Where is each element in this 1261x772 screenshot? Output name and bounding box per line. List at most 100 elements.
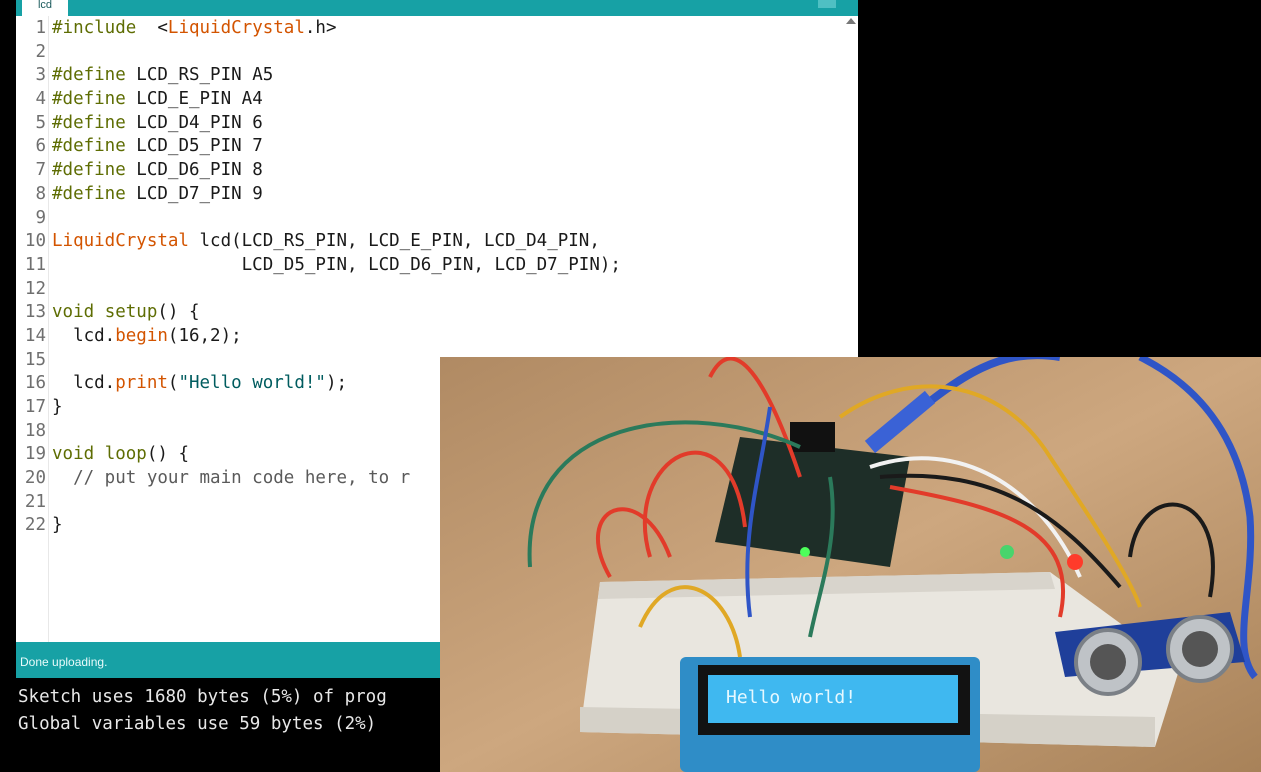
code-token: .h> [304,18,337,38]
code-text: #define LCD_D5_PIN 7 [52,135,263,159]
code-line[interactable]: 8 #define LCD_D7_PIN 9 [16,183,858,207]
code-token: () { [146,444,190,465]
scroll-up-arrow-icon[interactable] [846,18,856,24]
tab-bar: lcd [16,0,858,16]
code-text: } [52,514,63,538]
code-token: LCD_D7_PIN 9 [125,183,263,204]
code-token: lcd(LCD_RS_PIN, LCD_E_PIN, LCD_D4_PIN, [188,231,600,252]
code-token: #define [52,65,126,86]
code-token: void [52,444,95,465]
code-token: void [52,302,95,323]
line-number: 20 [24,468,46,489]
code-token: () { [157,302,200,323]
code-line[interactable]: 14 lcd.begin(16,2); [16,325,858,349]
line-number: 19 [24,444,46,465]
code-token: #define [52,112,126,133]
code-line[interactable]: 5 #define LCD_D4_PIN 6 [16,112,858,136]
code-token: LCD_D6_PIN 8 [125,160,263,181]
code-token: "Hello world!" [178,373,326,394]
code-text: #define LCD_E_PIN A4 [52,88,263,112]
code-text: LiquidCrystal lcd(LCD_RS_PIN, LCD_E_PIN,… [52,230,600,254]
code-token: lcd. [52,373,116,394]
code-text: #define LCD_D7_PIN 9 [52,183,263,207]
lcd-display-text: Hello world! [726,687,856,708]
code-token: ( [167,373,179,394]
line-number: 9 [35,207,46,228]
code-token: LCD_RS_PIN A5 [125,65,274,86]
code-line[interactable]: 12 [16,278,858,302]
code-text: void setup() { [52,301,200,325]
code-token: < [136,18,168,38]
code-token: LiquidCrystal [52,231,189,252]
line-number: 5 [35,112,46,133]
status-message: Done uploading. [20,655,108,669]
code-token: #define [52,89,126,110]
arduino-circuit-photo: Hello world! [440,357,1261,772]
line-number: 8 [35,183,46,204]
line-number: 12 [24,278,46,299]
code-token: print [115,373,168,394]
code-text: lcd.print("Hello world!"); [52,372,347,396]
code-token: // put your main code here, to r [52,468,411,489]
tab-lcd[interactable]: lcd [22,0,68,16]
line-number: 22 [24,515,46,536]
line-number: 18 [24,420,46,441]
console-line: Global variables use 59 bytes (2%) [18,714,377,734]
code-token: LCD_D4_PIN 6 [125,112,263,133]
code-token: } [52,515,63,536]
circuit-photo-image: Hello world! [440,357,1261,772]
line-number: 1 [35,18,46,38]
code-line[interactable]: 7 #define LCD_D6_PIN 8 [16,159,858,183]
code-token: ); [325,373,348,394]
code-text: LCD_D5_PIN, LCD_D6_PIN, LCD_D7_PIN); [52,254,621,278]
line-number: 14 [24,325,46,346]
red-led [1067,554,1083,570]
code-line[interactable]: 13 void setup() { [16,301,858,325]
line-number: 4 [35,89,46,110]
code-token: #define [52,160,126,181]
tab-menu-button[interactable] [818,0,836,8]
code-token: #define [52,136,126,157]
code-text: } [52,396,63,420]
code-text: #define LCD_D4_PIN 6 [52,112,263,136]
code-text: lcd.begin(16,2); [52,325,242,349]
code-line[interactable]: 1 #include <LiquidCrystal.h> [16,17,858,41]
code-text: #define LCD_D6_PIN 8 [52,159,263,183]
line-number: 10 [24,231,46,252]
console-line: Sketch uses 1680 bytes (5%) of prog [18,687,387,707]
code-token: LCD_D5_PIN, LCD_D6_PIN, LCD_D7_PIN); [52,254,621,275]
code-line[interactable]: 3 #define LCD_RS_PIN A5 [16,64,858,88]
line-number: 16 [24,373,46,394]
code-line[interactable]: 4 #define LCD_E_PIN A4 [16,88,858,112]
code-text: #include <LiquidCrystal.h> [52,17,336,41]
code-token: #define [52,183,126,204]
code-token: LiquidCrystal [167,18,305,38]
line-number: 2 [35,41,46,62]
code-token: LCD_E_PIN A4 [125,89,263,110]
code-text: // put your main code here, to r [52,467,410,491]
code-text: #define LCD_RS_PIN A5 [52,64,273,88]
line-number: 15 [24,349,46,370]
line-number: 11 [24,254,46,275]
line-number: 21 [24,491,46,512]
line-number: 3 [35,65,46,86]
line-number: 13 [24,302,46,323]
code-token: setup [104,302,158,323]
code-line[interactable]: 10 LiquidCrystal lcd(LCD_RS_PIN, LCD_E_PI… [16,230,858,254]
code-token: #include [52,18,137,38]
code-line[interactable]: 2 [16,41,858,65]
code-token: (16,2); [167,325,242,346]
line-number: 7 [35,160,46,181]
code-line[interactable]: 11 LCD_D5_PIN, LCD_D6_PIN, LCD_D7_PIN); [16,254,858,278]
code-text: void loop() { [52,443,189,467]
line-number: 6 [35,136,46,157]
line-number: 17 [24,397,46,417]
code-token: } [52,397,63,417]
code-line[interactable]: 6 #define LCD_D5_PIN 7 [16,135,858,159]
code-token: begin [115,325,168,346]
code-token: LCD_D5_PIN 7 [125,136,263,157]
code-token: loop [104,444,147,465]
code-line[interactable]: 9 [16,207,858,231]
